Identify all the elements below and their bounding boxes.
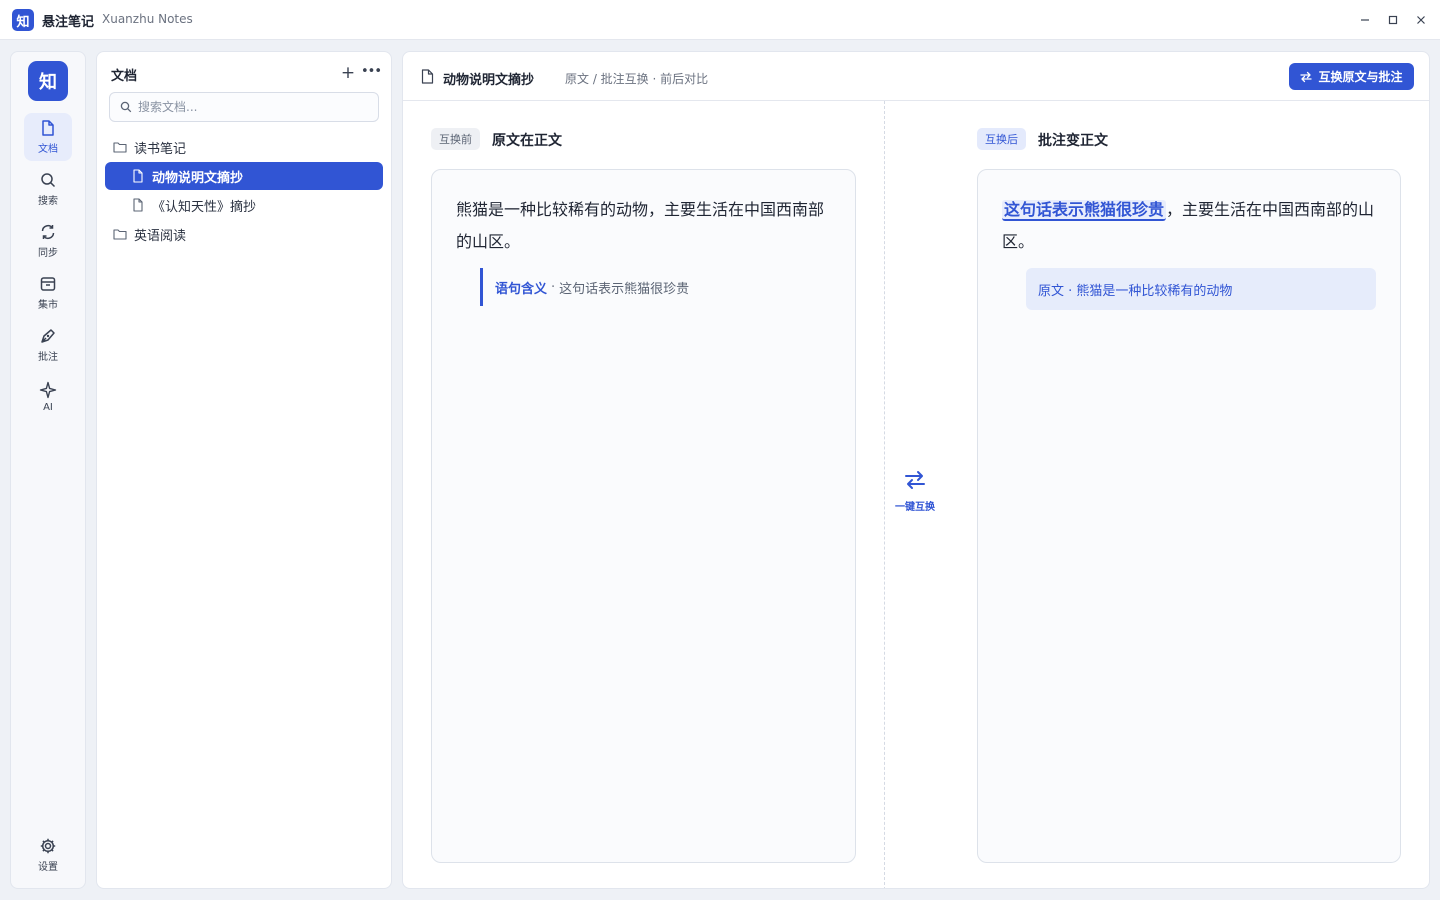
panel-title: 文档 [111, 69, 138, 84]
maximize-icon[interactable] [1383, 10, 1403, 30]
annotation-note[interactable]: 语句含义 · 这句话表示熊猫很珍贵 [480, 268, 810, 306]
tree-folder-reading-notes[interactable]: 读书笔记 [113, 133, 383, 161]
search-input[interactable] [138, 100, 368, 114]
rail-item-market[interactable]: 集市 [24, 269, 72, 317]
search-icon [41, 173, 56, 188]
before-tag: 互换前 [431, 128, 480, 150]
rail-label: 集市 [38, 300, 58, 311]
swap-icon [905, 471, 925, 489]
tree-label: 读书笔记 [134, 141, 187, 157]
add-icon[interactable]: + [339, 64, 357, 82]
document-icon [421, 69, 434, 84]
before-heading: 原文在正文 [492, 133, 562, 149]
app-subtitle: Xuanzhu Notes [102, 12, 193, 26]
rail-item-sync[interactable]: 同步 [24, 217, 72, 265]
highlighted-annotation[interactable]: 这句话表示熊猫很珍贵 [1002, 200, 1167, 221]
note-label: 语句含义 [495, 281, 548, 297]
document-panel: 文档 + ••• 读书笔记 动物说明文摘抄 《认知天性》摘抄 英语阅读 [96, 51, 392, 889]
file-icon [131, 169, 145, 183]
tree-file-cognition-excerpt[interactable]: 《认知天性》摘抄 [131, 191, 383, 219]
tree-label: 动物说明文摘抄 [152, 170, 244, 186]
original-text-note[interactable]: 原文 · 熊猫是一种比较稀有的动物 [1026, 268, 1376, 310]
document-icon [42, 120, 54, 136]
rail-item-annotate[interactable]: 批注 [24, 321, 72, 369]
rail-item-settings[interactable]: 设置 [24, 831, 72, 879]
note-body: 这句话表示熊猫很珍贵 [559, 281, 690, 297]
center-swap-label: 一键互换 [895, 502, 935, 513]
app-name: 悬注笔记 [42, 15, 95, 30]
note-separator: · [551, 279, 556, 295]
pen-icon [41, 329, 55, 343]
tree-folder-english-reading[interactable]: 英语阅读 [113, 220, 383, 248]
sparkle-icon [39, 381, 57, 399]
close-icon[interactable] [1411, 10, 1431, 30]
before-body-text: 熊猫是一种比较稀有的动物，主要生活在中国西南部的山区。 [456, 200, 825, 251]
title-bar: 知 悬注笔记 Xuanzhu Notes [0, 0, 1440, 40]
rail-item-search[interactable]: 搜索 [24, 165, 72, 213]
app-logo: 知 [12, 9, 34, 31]
rail-item-documents[interactable]: 文档 [24, 113, 72, 161]
breadcrumb: 原文 / 批注互换 · 前后对比 [565, 72, 709, 86]
nav-rail: 知 文档 搜索 同步 集市 批注 AI 设置 [10, 51, 86, 889]
tree-label: 英语阅读 [134, 228, 187, 244]
main-header: 动物说明文摘抄 原文 / 批注互换 · 前后对比 互换原文与批注 [403, 52, 1429, 101]
market-icon [40, 277, 56, 291]
rail-logo: 知 [28, 61, 68, 101]
after-card: 这句话表示熊猫很珍贵 ，主要生活在中国西南部的山区。 原文 · 熊猫是一种比较稀有… [977, 169, 1401, 863]
search-box [109, 92, 379, 122]
swap-icon [1300, 71, 1313, 82]
document-title: 动物说明文摘抄 [443, 73, 535, 88]
swap-button-label: 互换原文与批注 [1318, 70, 1403, 84]
folder-icon [113, 140, 127, 154]
file-icon [131, 198, 145, 212]
tree-label: 《认知天性》摘抄 [152, 199, 257, 215]
rail-label: 设置 [38, 862, 58, 873]
tree-file-animal-excerpt[interactable]: 动物说明文摘抄 [105, 162, 383, 190]
main-area: 动物说明文摘抄 原文 / 批注互换 · 前后对比 互换原文与批注 互换前 原文在… [402, 51, 1430, 889]
after-heading: 批注变正文 [1038, 133, 1108, 149]
folder-icon [113, 227, 127, 241]
before-card: 熊猫是一种比较稀有的动物，主要生活在中国西南部的山区。 语句含义 · 这句话表示… [431, 169, 856, 863]
rail-label: 批注 [38, 352, 58, 363]
rail-item-ai[interactable]: AI [24, 373, 72, 421]
gear-icon [40, 838, 56, 854]
after-body-text: 这句话表示熊猫很珍贵 ，主要生活在中国西南部的山区。 [1002, 194, 1380, 258]
more-icon[interactable]: ••• [361, 64, 382, 82]
rail-label: AI [43, 402, 53, 413]
rail-label: 同步 [38, 248, 58, 259]
search-icon [120, 101, 132, 113]
center-swap-button[interactable]: 一键互换 [885, 468, 945, 513]
rail-label: 文档 [38, 144, 58, 155]
minimize-icon[interactable] [1355, 10, 1375, 30]
after-tag: 互换后 [977, 128, 1026, 150]
rail-label: 搜索 [38, 196, 58, 207]
swap-original-annotation-button[interactable]: 互换原文与批注 [1289, 63, 1414, 90]
sync-icon [41, 225, 55, 239]
